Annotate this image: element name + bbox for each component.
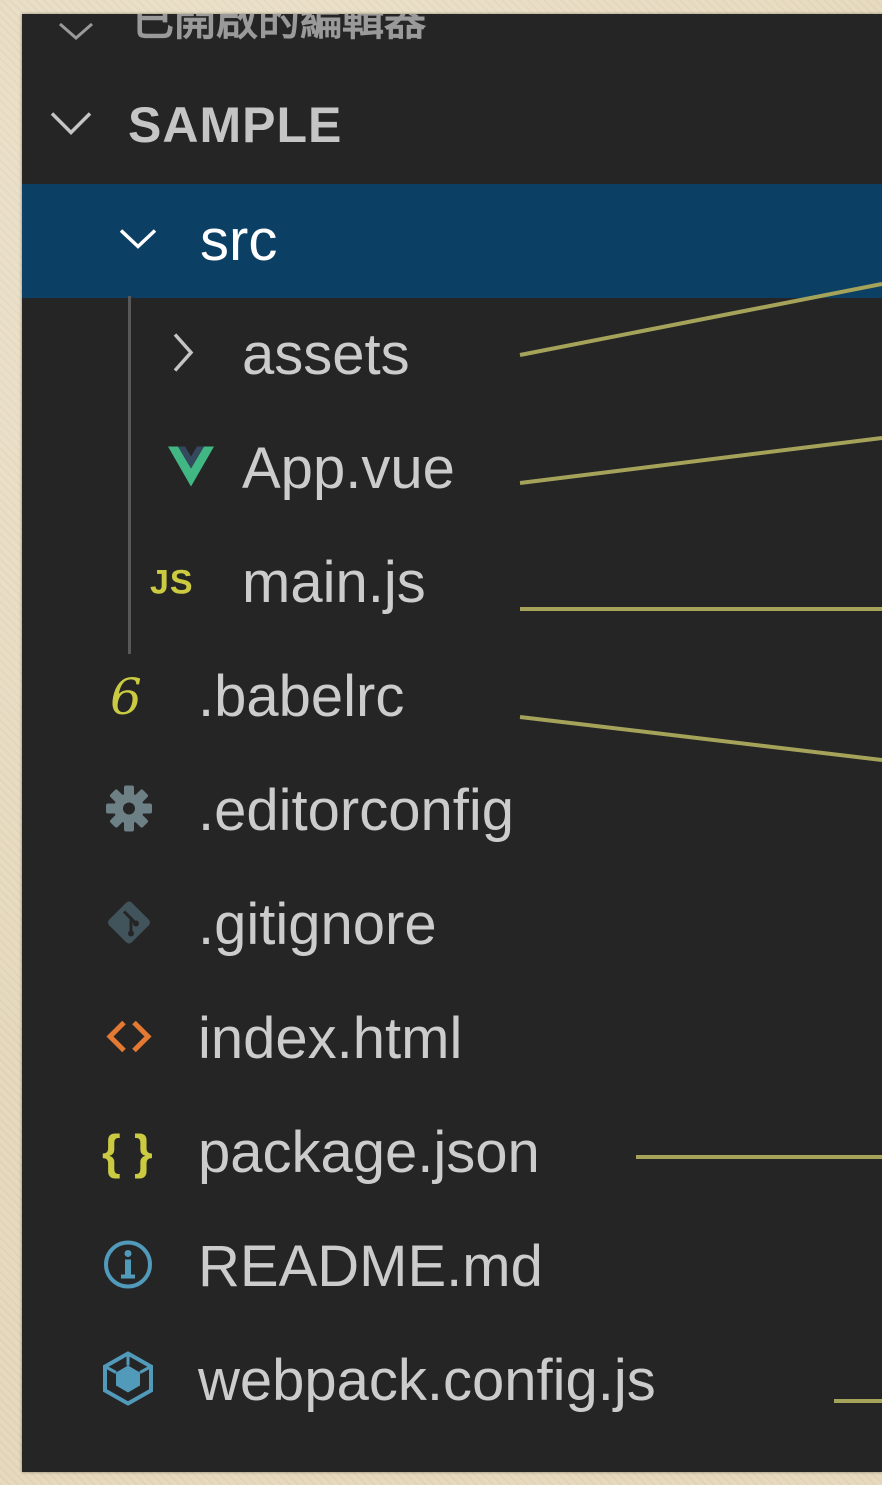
tree-item-label: App.vue bbox=[242, 436, 455, 501]
babel-icon: 6 bbox=[110, 668, 142, 726]
chevron-down-icon bbox=[48, 108, 94, 143]
tree-item-src[interactable]: src bbox=[22, 184, 882, 298]
tree-item-index-html[interactable]: index.html bbox=[22, 982, 882, 1096]
info-icon bbox=[102, 1239, 154, 1296]
workspace-section-header[interactable]: SAMPLE bbox=[22, 68, 882, 182]
tree-item-babelrc[interactable]: 6 .babelrc bbox=[22, 640, 882, 754]
git-icon bbox=[104, 898, 154, 953]
tree-item-readme[interactable]: README.md bbox=[22, 1210, 882, 1324]
tree-item-label: assets bbox=[242, 322, 410, 387]
tree-item-package-json[interactable]: { } package.json bbox=[22, 1096, 882, 1210]
tree-item-assets[interactable]: assets bbox=[22, 298, 882, 412]
tree-item-label: package.json bbox=[198, 1120, 540, 1185]
tree-item-label: src bbox=[200, 208, 278, 273]
javascript-icon: JS bbox=[150, 563, 194, 602]
tree-item-label: main.js bbox=[242, 550, 426, 615]
tree-item-label: webpack.config.js bbox=[198, 1348, 656, 1413]
chevron-down-icon bbox=[56, 20, 96, 49]
explorer-panel: 已開啟的編輯器 SAMPLE src assets App.vue JS mai… bbox=[22, 14, 882, 1472]
workspace-title: SAMPLE bbox=[128, 97, 343, 153]
open-editors-section-header[interactable]: 已開啟的編輯器 bbox=[22, 14, 882, 54]
html-icon bbox=[104, 1017, 154, 1062]
vue-icon bbox=[168, 446, 214, 492]
json-icon: { } bbox=[102, 1126, 153, 1180]
chevron-right-icon bbox=[170, 332, 196, 379]
tree-item-webpack-config[interactable]: webpack.config.js bbox=[22, 1324, 882, 1438]
tree-item-label: .babelrc bbox=[198, 664, 405, 729]
tree-item-label: .editorconfig bbox=[198, 778, 514, 843]
open-editors-label: 已開啟的編輯器 bbox=[132, 14, 427, 44]
chevron-down-icon bbox=[118, 226, 158, 257]
tree-item-label: .gitignore bbox=[198, 892, 437, 957]
webpack-icon bbox=[102, 1351, 154, 1411]
tree-item-app-vue[interactable]: App.vue bbox=[22, 412, 882, 526]
gear-icon bbox=[104, 784, 154, 839]
tree-item-editorconfig[interactable]: .editorconfig bbox=[22, 754, 882, 868]
tree-item-gitignore[interactable]: .gitignore bbox=[22, 868, 882, 982]
tree-item-main-js[interactable]: JS main.js bbox=[22, 526, 882, 640]
tree-item-label: README.md bbox=[198, 1234, 543, 1299]
tree-item-label: index.html bbox=[198, 1006, 463, 1071]
